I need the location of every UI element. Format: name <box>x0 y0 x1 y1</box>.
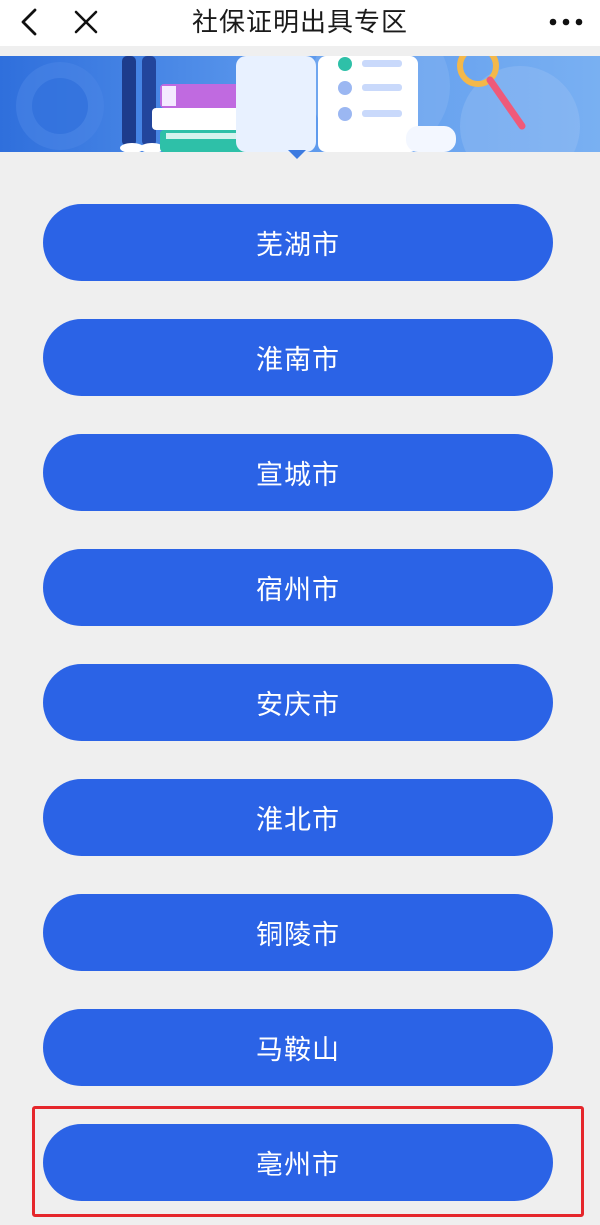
city-button-bozhou[interactable]: 亳州市 <box>43 1124 553 1201</box>
city-button-suzhou[interactable]: 宿州市 <box>43 549 553 626</box>
city-button-xuancheng[interactable]: 宣城市 <box>43 434 553 511</box>
city-button-huainan[interactable]: 淮南市 <box>43 319 553 396</box>
navigation-bar: 社保证明出具专区 <box>0 0 600 46</box>
chevron-left-icon <box>21 8 37 36</box>
banner-illustration <box>0 56 600 152</box>
more-icon <box>549 18 583 26</box>
page-title: 社保证明出具专区 <box>191 8 408 38</box>
more-options-button[interactable] <box>546 4 586 40</box>
city-button-anqing[interactable]: 安庆市 <box>43 664 553 741</box>
back-button[interactable] <box>12 4 48 40</box>
close-button[interactable] <box>68 4 104 40</box>
close-icon <box>74 10 98 34</box>
city-button-wuhu[interactable]: 芜湖市 <box>43 204 553 281</box>
city-button-tongling[interactable]: 铜陵市 <box>43 894 553 971</box>
banner-pointer <box>288 150 306 159</box>
city-button-maanshan[interactable]: 马鞍山 <box>43 1009 553 1086</box>
city-button-huaibei[interactable]: 淮北市 <box>43 779 553 856</box>
